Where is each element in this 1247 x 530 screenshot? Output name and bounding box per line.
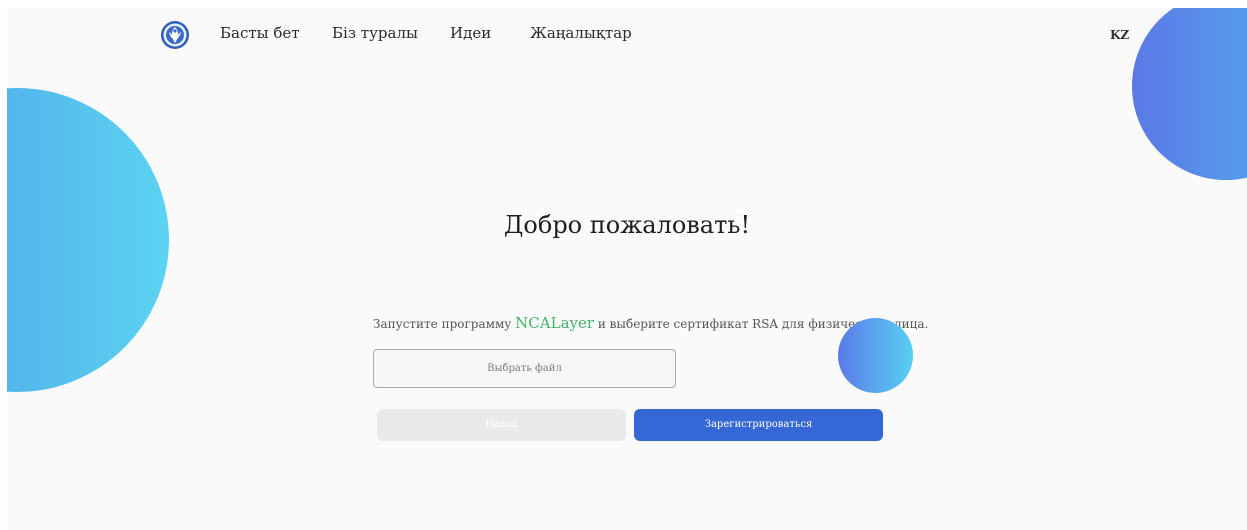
language-switch[interactable]: KZ xyxy=(1110,28,1129,42)
nav-item-ideas[interactable]: Идеи xyxy=(450,24,491,42)
register-button[interactable]: Зарегистрироваться xyxy=(634,409,883,441)
ncalayer-link[interactable]: NCALayer xyxy=(515,314,594,332)
nav-item-news[interactable]: Жаңалықтар xyxy=(530,24,632,42)
back-button[interactable]: Назад xyxy=(377,409,626,441)
nav-item-about[interactable]: Біз туралы xyxy=(332,24,418,42)
choose-file-button[interactable]: Выбрать файл xyxy=(373,349,676,388)
emblem-logo-icon[interactable] xyxy=(160,20,190,50)
nav-item-home[interactable]: Басты бет xyxy=(220,24,300,42)
page: Басты бет Біз туралы Идеи Жаңалықтар KZ … xyxy=(0,0,1247,530)
page-title: Добро пожаловать! xyxy=(503,211,751,239)
decorative-circle-small xyxy=(838,318,913,393)
viewport: Басты бет Біз туралы Идеи Жаңалықтар KZ … xyxy=(7,8,1247,530)
instruction-text-start: Запустите программу xyxy=(373,317,516,331)
instruction-text: Запустите программу NCALayer и выберите … xyxy=(373,314,928,332)
decorative-circle-right xyxy=(1132,8,1247,180)
decorative-circle-left xyxy=(7,88,169,392)
